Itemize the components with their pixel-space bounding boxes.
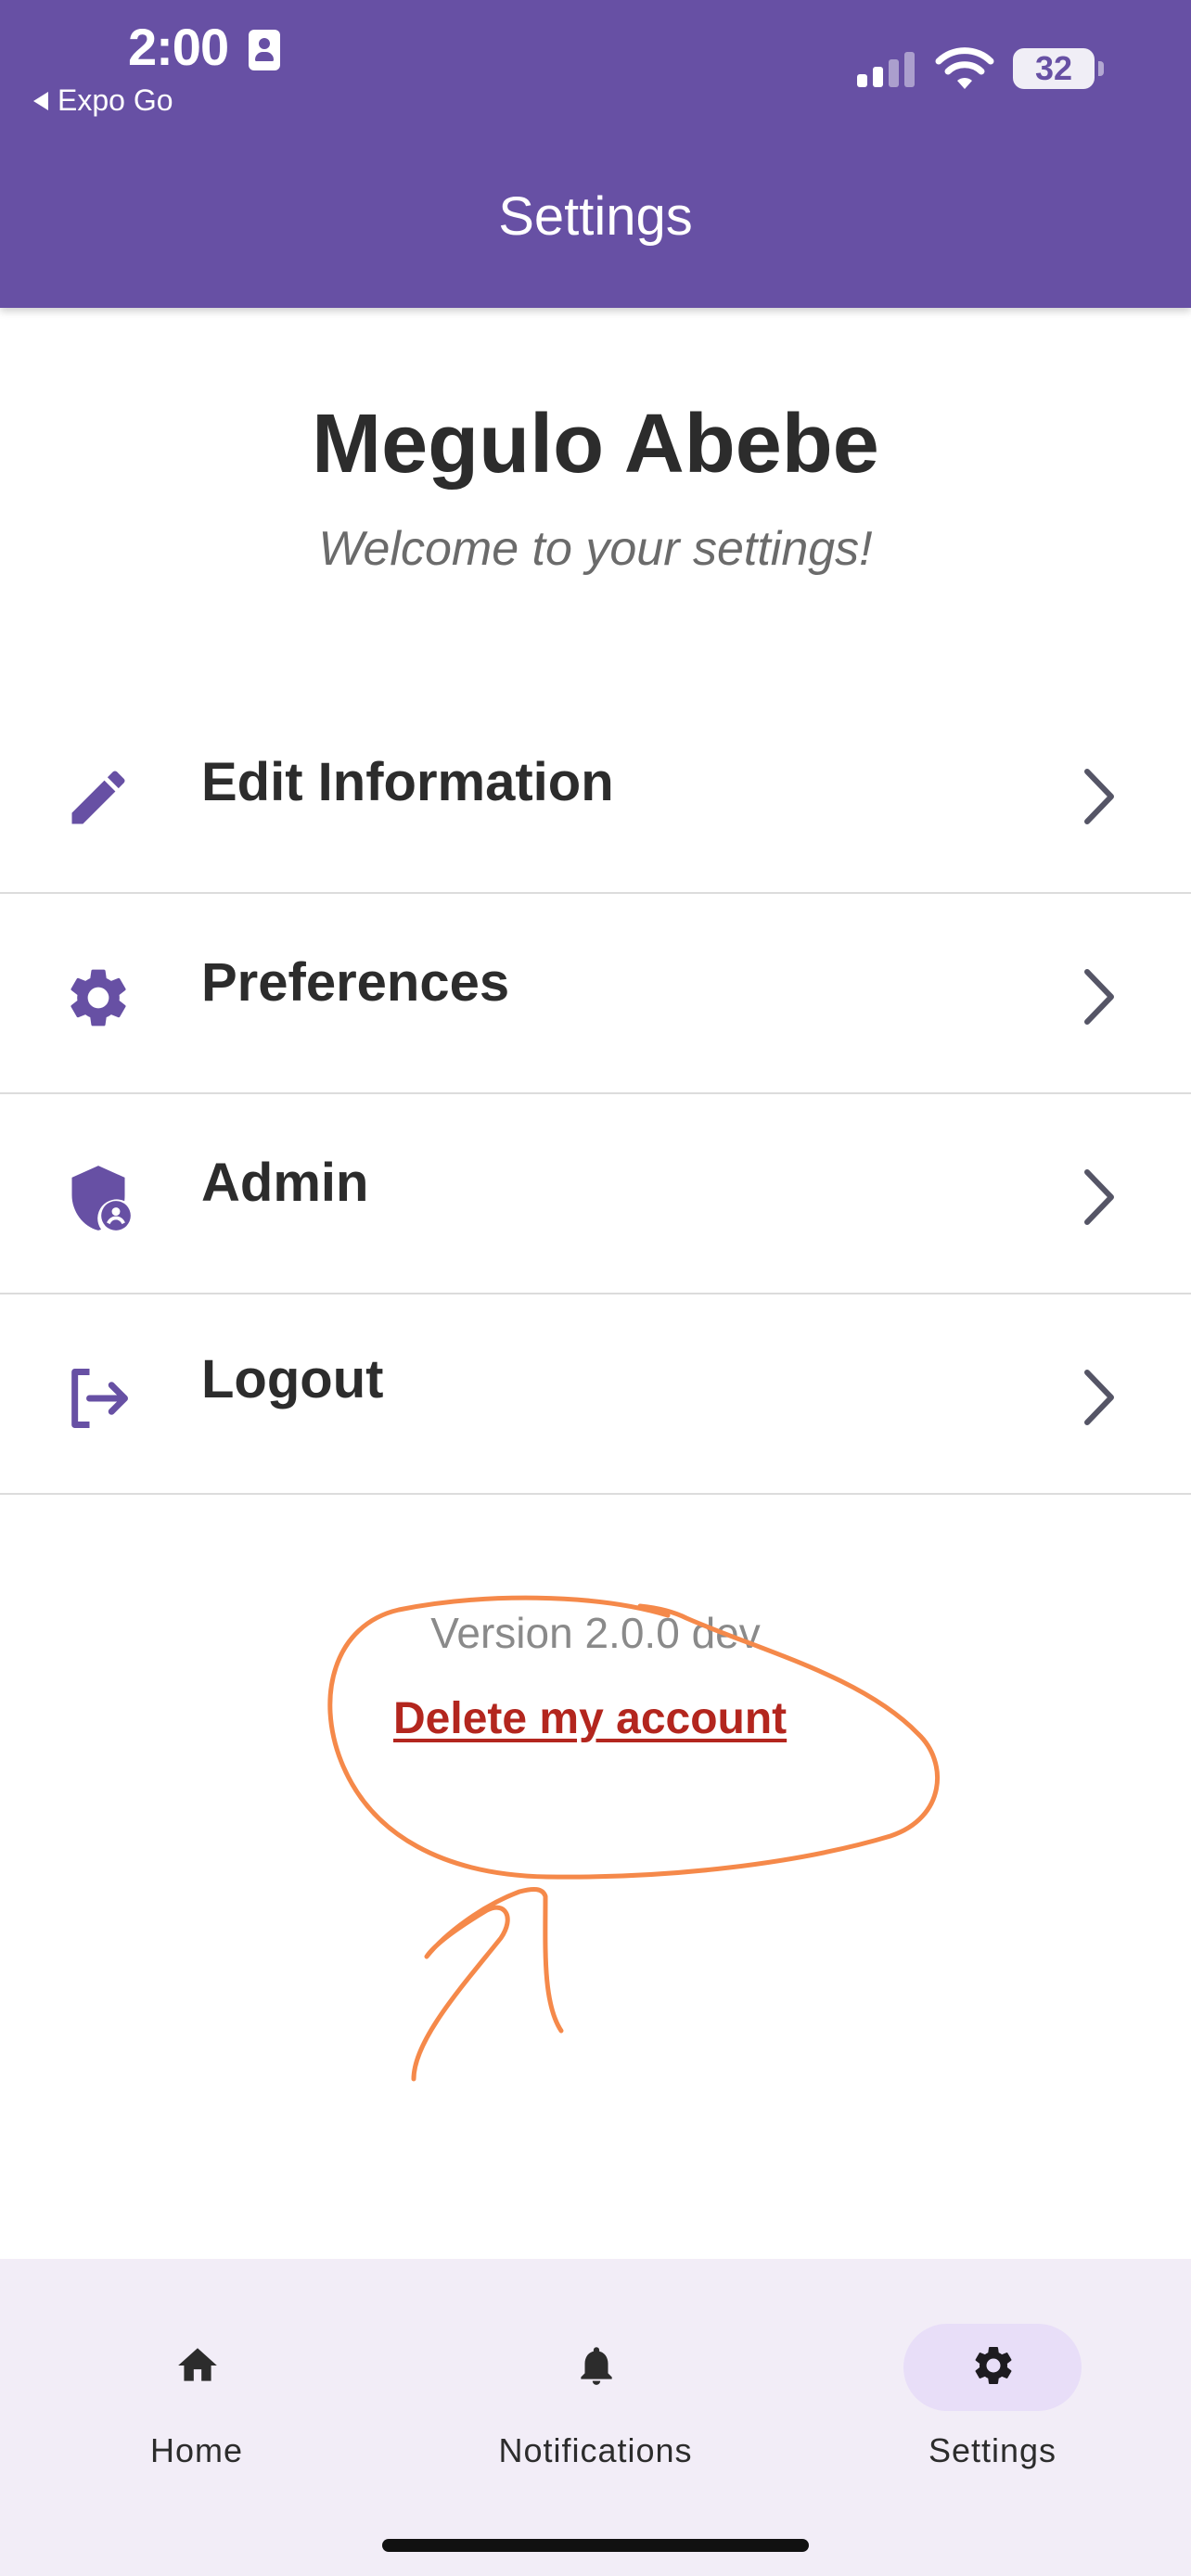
chevron-right-icon: [1084, 769, 1114, 824]
menu-label: Edit Information: [201, 752, 614, 812]
home-icon: [178, 2348, 217, 2381]
chevron-right-icon: [1084, 969, 1114, 1025]
cellular-signal-icon: [857, 50, 915, 87]
tab-settings[interactable]: Settings: [835, 2292, 1150, 2478]
menu-item-preferences[interactable]: Preferences: [0, 894, 1191, 1094]
app-header: 2:00 Expo Go 32 Settings: [0, 0, 1191, 308]
home-indicator[interactable]: [382, 2539, 809, 2552]
chevron-right-icon: [1084, 1370, 1114, 1425]
tab-home[interactable]: Home: [39, 2292, 354, 2478]
menu-item-admin[interactable]: Admin: [0, 1094, 1191, 1294]
logout-icon: [71, 1369, 128, 1428]
tab-label: Home: [149, 2431, 244, 2469]
profile-name: Megulo Abebe: [312, 398, 879, 491]
bottom-navigation: Home Notifications Settings: [0, 2259, 1191, 2576]
version-text: Version 2.0.0 dev: [430, 1609, 761, 1657]
menu-item-logout[interactable]: Logout: [0, 1294, 1191, 1495]
profile-subtitle: Welcome to your settings!: [318, 522, 873, 576]
delete-account-link[interactable]: Delete my account: [393, 1693, 787, 1744]
gear-icon: [70, 969, 126, 1027]
contact-card-icon: [249, 30, 280, 70]
page-title: Settings: [498, 186, 693, 247]
menu-label: Admin: [201, 1153, 369, 1213]
menu-label: Preferences: [201, 952, 510, 1013]
menu-item-edit-information[interactable]: Edit Information: [0, 694, 1191, 894]
bell-icon: [581, 2347, 612, 2385]
menu-label: Logout: [201, 1349, 384, 1409]
back-app-label: Expo Go: [58, 83, 173, 117]
battery-indicator: 32: [1013, 48, 1095, 89]
tab-notifications[interactable]: Notifications: [438, 2292, 753, 2478]
back-to-app-link[interactable]: Expo Go: [33, 83, 173, 118]
wifi-icon: [935, 47, 994, 89]
chevron-right-icon: [1084, 1169, 1114, 1225]
gear-icon: [975, 2347, 1012, 2384]
tab-label: Settings: [928, 2431, 1057, 2469]
tab-label: Notifications: [498, 2431, 693, 2469]
admin-shield-icon: [71, 1166, 131, 1231]
pencil-icon: [71, 771, 125, 824]
battery-tip: [1098, 61, 1104, 76]
status-time: 2:00: [128, 18, 229, 76]
back-caret-icon: [33, 91, 48, 110]
